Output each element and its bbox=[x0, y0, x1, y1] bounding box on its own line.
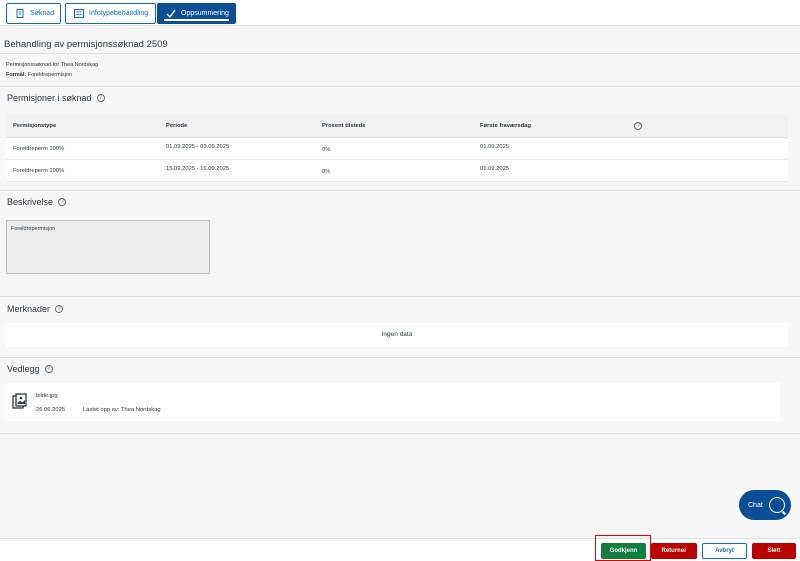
cell-type: Foreldreperm 100% bbox=[13, 146, 65, 152]
purpose-label: Formål: bbox=[6, 72, 27, 78]
column-header: Prosent tilstede bbox=[322, 123, 366, 129]
image-file-icon bbox=[12, 393, 28, 411]
divider bbox=[0, 357, 800, 358]
purpose-line: Formål: Foreldrepermisjon bbox=[6, 72, 72, 78]
help-icon[interactable]: ? bbox=[44, 365, 53, 373]
tab-soknad-label: Søknad bbox=[30, 10, 55, 17]
cancel-button[interactable]: Avbryt bbox=[702, 543, 747, 559]
description-section-title: Beskrivelse ? bbox=[7, 197, 67, 207]
page-title: Behandling av permisjonssøknad 2509 bbox=[4, 39, 168, 50]
footer-toolbar: Godkjenn Returner Avbryt Slett bbox=[0, 538, 800, 561]
divider bbox=[0, 190, 800, 191]
tab-infotypebehandling[interactable]: Infotypebehandling bbox=[65, 3, 156, 24]
cell-percent: 0% bbox=[322, 147, 331, 153]
column-header: Periode bbox=[166, 123, 188, 129]
chat-bubble-icon bbox=[768, 497, 785, 513]
table-row[interactable]: Foreldreperm 100% 01.09.2025 - 03.09.202… bbox=[6, 138, 788, 160]
tab-oppsummering-label: Oppsummering bbox=[181, 10, 229, 17]
cell-period: 01.09.2025 - 03.09.2025 bbox=[166, 144, 230, 150]
table-row[interactable]: Foreldreperm 100% 15.09.2025 - 16.09.202… bbox=[6, 160, 788, 182]
tab-bar: Søknad Infotypebehandling Oppsummering bbox=[0, 0, 800, 26]
purpose-value: Foreldrepermisjon bbox=[27, 72, 73, 78]
chat-label: Chat bbox=[748, 501, 763, 509]
document-icon bbox=[15, 9, 25, 18]
permissions-table: Permisjonstype Periode Prosent tilstede … bbox=[6, 114, 788, 182]
column-header: Første fraværsdag bbox=[480, 123, 531, 129]
divider bbox=[0, 296, 800, 297]
attachment-item[interactable]: bilde.jpg 26.06.2025 Lastet opp av: Thea… bbox=[6, 383, 780, 421]
description-textarea[interactable]: Foreldrepermisjon bbox=[6, 220, 210, 274]
active-tab-indicator bbox=[164, 19, 229, 21]
tab-soknad[interactable]: Søknad bbox=[6, 3, 61, 24]
divider bbox=[0, 86, 800, 87]
permissions-title-text: Permisjoner i søknad bbox=[7, 93, 92, 103]
attachment-filename[interactable]: bilde.jpg bbox=[36, 393, 58, 399]
approve-highlight-frame bbox=[595, 535, 651, 561]
remarks-empty-state: Ingen data bbox=[6, 323, 788, 347]
delete-button[interactable]: Slett bbox=[752, 543, 796, 559]
table-header: Permisjonstype Periode Prosent tilstede … bbox=[6, 114, 788, 138]
cell-first-day: 01.09.2025 bbox=[480, 166, 510, 172]
attachments-title-text: Vedlegg bbox=[7, 364, 40, 374]
attachment-uploaded-by: Lastet opp av: Thea Nordskag bbox=[83, 407, 161, 413]
chat-button[interactable]: Chat bbox=[739, 490, 791, 520]
checkmark-icon bbox=[166, 9, 176, 19]
cell-type: Foreldreperm 100% bbox=[13, 168, 65, 174]
description-title-text: Beskrivelse bbox=[7, 197, 54, 207]
applicant-line: Permisjonssøknad for Thea Nordskag bbox=[6, 62, 99, 68]
remarks-section-title: Merknader ? bbox=[7, 304, 64, 314]
tab-oppsummering[interactable]: Oppsummering bbox=[157, 3, 236, 24]
help-icon[interactable]: ? bbox=[634, 122, 642, 130]
attachments-section-title: Vedlegg ? bbox=[7, 364, 53, 374]
cell-period: 15.09.2025 - 16.09.2025 bbox=[166, 166, 230, 172]
help-icon[interactable]: ? bbox=[96, 94, 105, 102]
return-button[interactable]: Returner bbox=[651, 543, 697, 559]
column-header: Permisjonstype bbox=[13, 123, 57, 129]
remarks-title-text: Merknader bbox=[7, 304, 51, 314]
help-icon[interactable]: ? bbox=[58, 198, 67, 206]
divider bbox=[0, 53, 800, 54]
form-icon bbox=[74, 9, 84, 18]
attachment-date: 26.06.2025 bbox=[36, 407, 66, 413]
help-icon[interactable]: ? bbox=[55, 305, 64, 313]
cell-first-day: 01.09.2025 bbox=[480, 144, 510, 150]
permissions-section-title: Permisjoner i søknad ? bbox=[7, 93, 105, 103]
cell-percent: 0% bbox=[322, 169, 331, 175]
divider bbox=[0, 433, 800, 434]
tab-infotypebehandling-label: Infotypebehandling bbox=[89, 10, 149, 17]
